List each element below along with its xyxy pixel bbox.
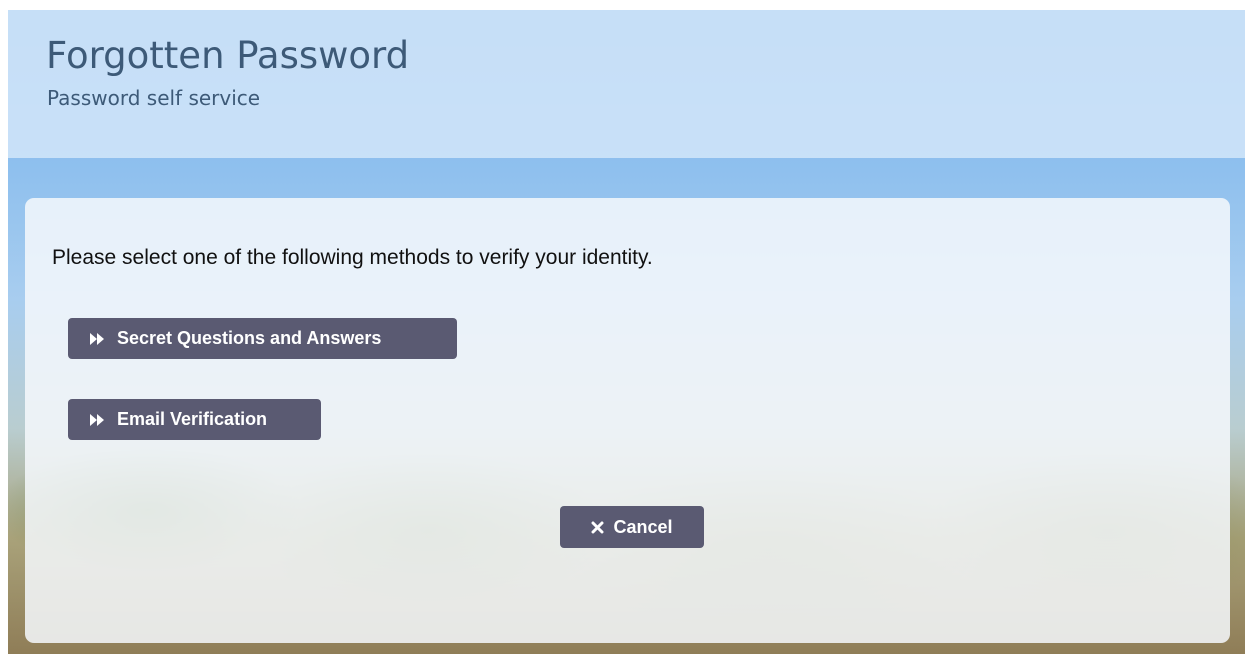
fast-forward-icon [89,332,106,346]
fast-forward-icon [89,413,106,427]
page-subtitle: Password self service [47,86,261,110]
email-verification-label: Email Verification [117,409,268,429]
cancel-label: Cancel [613,516,673,537]
instruction-text: Please select one of the following metho… [52,246,653,269]
secret-questions-button[interactable]: Secret Questions and Answers [68,318,457,359]
email-verification-button[interactable]: Email Verification [68,399,321,440]
page-title: Forgotten Password [46,34,410,77]
close-icon [591,521,604,534]
verification-panel: Please select one of the following metho… [25,198,1230,643]
cancel-button[interactable]: Cancel [560,506,704,548]
secret-questions-label: Secret Questions and Answers [117,328,382,348]
background-landscape: Forgotten Password Password self service… [8,10,1245,654]
page-header: Forgotten Password Password self service [8,10,1245,158]
